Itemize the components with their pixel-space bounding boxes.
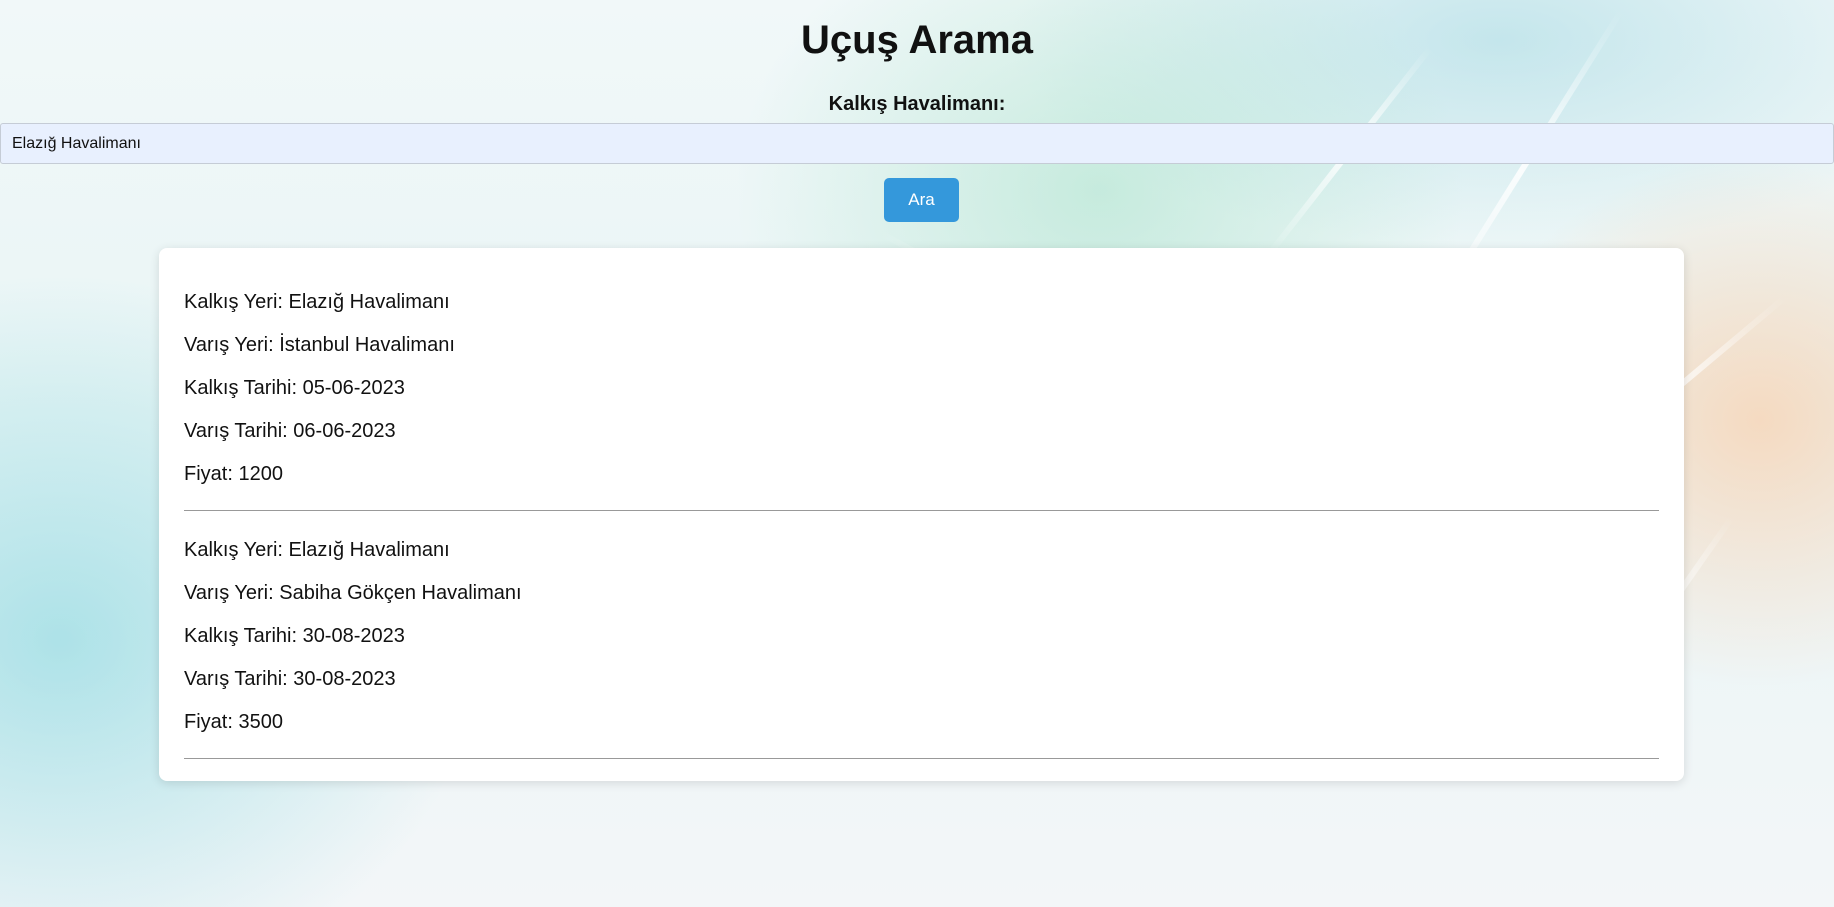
departure-place: Kalkış Yeri: Elazığ Havalimanı: [184, 539, 450, 561]
departure-airport-input[interactable]: [0, 123, 1834, 164]
flight-result: Kalkış Yeri: Elazığ Havalimanı Varış Yer…: [184, 281, 1659, 511]
departure-airport-label: Kalkış Havalimanı:: [828, 93, 1006, 115]
price: Fiyat: 1200: [184, 463, 283, 485]
page-title: Uçuş Arama: [801, 18, 1033, 62]
arrival-place: Varış Yeri: Sabiha Gökçen Havalimanı: [184, 582, 522, 604]
departure-date: Kalkış Tarihi: 30-08-2023: [184, 625, 405, 647]
price: Fiyat: 3500: [184, 711, 283, 733]
departure-place: Kalkış Yeri: Elazığ Havalimanı: [184, 291, 450, 313]
arrival-place: Varış Yeri: İstanbul Havalimanı: [184, 334, 455, 356]
arrival-date: Varış Tarihi: 30-08-2023: [184, 668, 396, 690]
search-button[interactable]: Ara: [884, 178, 959, 222]
flight-result: Kalkış Yeri: Elazığ Havalimanı Varış Yer…: [184, 529, 1659, 759]
results-card: Kalkış Yeri: Elazığ Havalimanı Varış Yer…: [159, 248, 1684, 781]
departure-date: Kalkış Tarihi: 05-06-2023: [184, 377, 405, 399]
arrival-date: Varış Tarihi: 06-06-2023: [184, 420, 396, 442]
